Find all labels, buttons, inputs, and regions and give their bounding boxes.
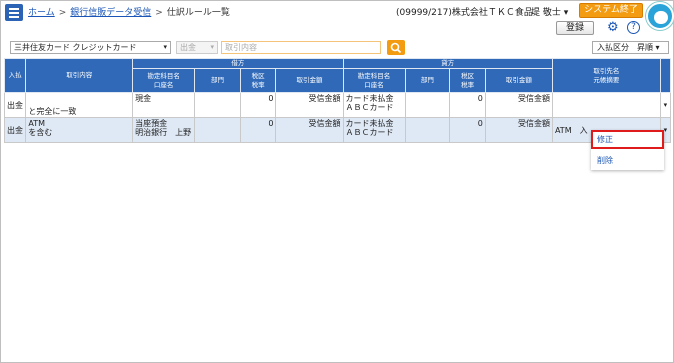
header-credit-amount: 取引金額 (484, 68, 553, 93)
cell-debit-tax: 0 (239, 92, 277, 118)
cell-inout: 出金 (3, 92, 27, 118)
cell-credit-amount: 受信金額 (484, 117, 553, 143)
help-icon[interactable]: ? (627, 21, 640, 34)
cell-inout: 出金 (3, 117, 27, 143)
rules-table: 入払 取引内容 借方 貸方 取引先名 元帳摘要 勘定科目名 口座名 部門 税区 税率 … (3, 58, 672, 143)
edit-menu-item[interactable]: 修正 (591, 130, 664, 149)
cell-content: ATM を含む (25, 117, 134, 143)
cell-credit-amount: 受信金額 (484, 92, 553, 118)
gear-icon[interactable]: ⚙ (607, 20, 619, 35)
header-debit-amount: 取引金額 (275, 68, 344, 93)
search-icon (390, 42, 402, 54)
breadcrumb: ホーム > 銀行信販データ受信 > 仕訳ルール一覧 (28, 8, 230, 18)
chevron-down-icon: ▾ (163, 43, 167, 51)
row-context-menu: 修正 削除 (591, 130, 664, 170)
cell-credit-tax: 0 (449, 117, 486, 143)
breadcrumb-current: 仕訳ルール一覧 (166, 8, 230, 18)
assistant-avatar-icon[interactable] (646, 2, 674, 30)
header-debit-tax: 税区 税率 (239, 68, 277, 93)
chevron-down-icon: ▾ (210, 43, 214, 51)
app-window: ホーム > 銀行信販データ受信 > 仕訳ルール一覧 (09999/217)株式会社ＴＫＣ… (0, 0, 674, 363)
cell-debit-account: 現金 (132, 92, 196, 118)
user-menu[interactable]: 堤 敬士 ▾ (531, 5, 568, 18)
cell-debit-dept (194, 92, 241, 118)
inout-select[interactable]: 出金 ▾ (176, 41, 218, 54)
company-name: (09999/217)株式会社ＴＫＣ食品 (396, 8, 533, 18)
search-button[interactable] (387, 40, 405, 55)
system-exit-button[interactable]: システム終了 (579, 3, 643, 18)
search-input[interactable]: 取引内容 (221, 41, 381, 54)
card-select-value: 三井住友カード クレジットカード (14, 43, 137, 52)
header-credit: 貸方 (342, 58, 553, 69)
cell-debit-account: 当座預金 明治銀行 上野 (132, 117, 196, 143)
cell-content: と完全に一致 (25, 92, 134, 118)
card-select[interactable]: 三井住友カード クレジットカード ▾ (10, 41, 171, 54)
cell-credit-account: カード未払金 ＡＢＣカード (342, 92, 406, 118)
header-debit-dept: 部門 (194, 68, 241, 93)
header-debit: 借方 (132, 58, 344, 69)
cell-credit-dept (404, 117, 451, 143)
header-credit-tax: 税区 税率 (449, 68, 486, 93)
header-content: 取引内容 (25, 58, 134, 93)
cell-debit-tax: 0 (239, 117, 277, 143)
cell-debit-amount: 受信金額 (275, 92, 344, 118)
cell-credit-dept (404, 92, 451, 118)
header-debit-account: 勘定科目名 口座名 (132, 68, 196, 93)
cell-credit-tax: 0 (449, 92, 486, 118)
header-partner: 取引先名 元帳摘要 (551, 58, 661, 93)
cell-credit-account: カード未払金 ＡＢＣカード (342, 117, 406, 143)
cell-debit-dept (194, 117, 241, 143)
row-menu-chevron-icon[interactable]: ▾ (659, 92, 672, 118)
header-blank (659, 58, 672, 93)
breadcrumb-bank-data[interactable]: 銀行信販データ受信 (70, 8, 151, 18)
table-row[interactable]: 出金 と完全に一致 現金 0 受信金額 カード未払金 ＡＢＣカード 0 受信金額 … (3, 92, 672, 118)
table-row[interactable]: 出金 ATM を含む 当座預金 明治銀行 上野 0 受信金額 カード未払金 ＡＢＣカー… (3, 117, 672, 143)
breadcrumb-home[interactable]: ホーム (28, 8, 55, 18)
register-button[interactable]: 登録 (556, 21, 594, 35)
header-inout: 入払 (3, 58, 27, 93)
cell-debit-amount: 受信金額 (275, 117, 344, 143)
cell-partner (551, 92, 661, 118)
header-credit-account: 勘定科目名 口座名 (342, 68, 406, 93)
sort-select[interactable]: 入払区分 昇順 ▾ (592, 41, 669, 54)
delete-menu-item[interactable]: 削除 (591, 154, 664, 168)
inout-select-value: 出金 (180, 43, 196, 52)
header-credit-dept: 部門 (404, 68, 451, 93)
hamburger-menu-icon[interactable] (5, 4, 23, 21)
